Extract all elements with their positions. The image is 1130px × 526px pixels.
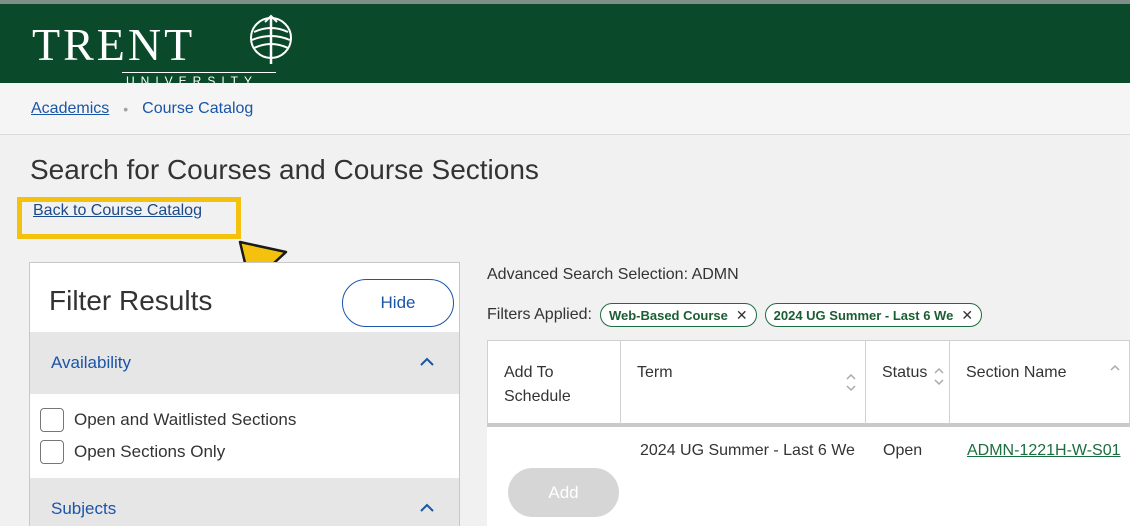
section-name-link[interactable]: ADMN-1221H-W-S01	[967, 442, 1121, 460]
column-section-name[interactable]: Section Name	[950, 341, 1130, 424]
option-label: Open Sections Only	[74, 442, 226, 461]
filters-applied-label: Filters Applied:	[487, 306, 592, 323]
column-add-to-schedule: Add To Schedule	[488, 341, 621, 424]
column-label: Section Name	[966, 364, 1067, 381]
hide-filters-button[interactable]: Hide	[342, 279, 454, 327]
chip-label: 2024 UG Summer - Last 6 We	[773, 307, 954, 323]
column-term[interactable]: Term	[621, 341, 866, 424]
column-label: Add To Schedule	[504, 364, 571, 405]
column-label: Status	[882, 364, 928, 381]
filter-chip-web-based[interactable]: Web-Based Course ✕	[599, 303, 757, 327]
logo-wordmark: TRENT	[32, 19, 196, 70]
subjects-section-header[interactable]: Subjects	[30, 478, 459, 526]
add-to-schedule-button[interactable]: Add	[508, 468, 619, 517]
filter-chip-term[interactable]: 2024 UG Summer - Last 6 We ✕	[764, 303, 983, 327]
chip-label: Web-Based Course	[608, 307, 728, 323]
table-header: Add To Schedule Term Status Section Name	[487, 340, 1130, 427]
breadcrumb-separator: •	[123, 100, 129, 117]
row-status: Open	[883, 442, 923, 459]
sort-arrows-icon[interactable]	[1110, 362, 1120, 384]
chevron-up-icon	[420, 503, 434, 512]
results-table: Add To Schedule Term Status Section Name…	[487, 340, 1130, 526]
trent-logo[interactable]: TRENT UNIVERSITY	[26, 14, 292, 88]
column-label: Term	[637, 364, 673, 381]
row-term: 2024 UG Summer - Last 6 We	[640, 442, 855, 459]
page-title: Search for Courses and Course Sections	[30, 154, 539, 185]
column-status[interactable]: Status	[866, 341, 950, 424]
sort-arrows-icon[interactable]	[846, 371, 856, 393]
close-icon[interactable]: ✕	[736, 307, 748, 324]
breadcrumb: Academics • Course Catalog	[0, 83, 1130, 135]
breadcrumb-course-catalog[interactable]: Course Catalog	[142, 100, 253, 118]
availability-label: Availability	[51, 353, 132, 372]
site-header: TRENT UNIVERSITY	[0, 0, 1130, 88]
availability-section-header[interactable]: Availability	[30, 332, 459, 394]
filter-option-open-waitlisted[interactable]: Open and Waitlisted Sections	[40, 408, 296, 432]
breadcrumb-academics[interactable]: Academics	[31, 100, 109, 118]
filters-applied: Filters Applied: Web-Based Course ✕ 2024…	[487, 303, 983, 327]
checkbox[interactable]	[40, 408, 64, 432]
back-to-catalog-link[interactable]: Back to Course Catalog	[33, 202, 202, 220]
filter-panel: Filter Results Hide Availability Open an…	[29, 262, 460, 526]
advanced-search-selection: Advanced Search Selection: ADMN	[487, 266, 739, 283]
close-icon[interactable]: ✕	[961, 307, 973, 324]
option-label: Open and Waitlisted Sections	[74, 410, 297, 429]
chevron-up-icon	[420, 357, 434, 366]
filter-results-title: Filter Results	[49, 285, 213, 316]
subjects-label: Subjects	[51, 499, 117, 518]
logo-rule	[122, 72, 276, 73]
checkbox[interactable]	[40, 440, 64, 464]
filter-option-open-only[interactable]: Open Sections Only	[40, 440, 225, 464]
trent-crest-icon	[250, 14, 292, 64]
sort-arrows-icon[interactable]	[934, 365, 944, 387]
